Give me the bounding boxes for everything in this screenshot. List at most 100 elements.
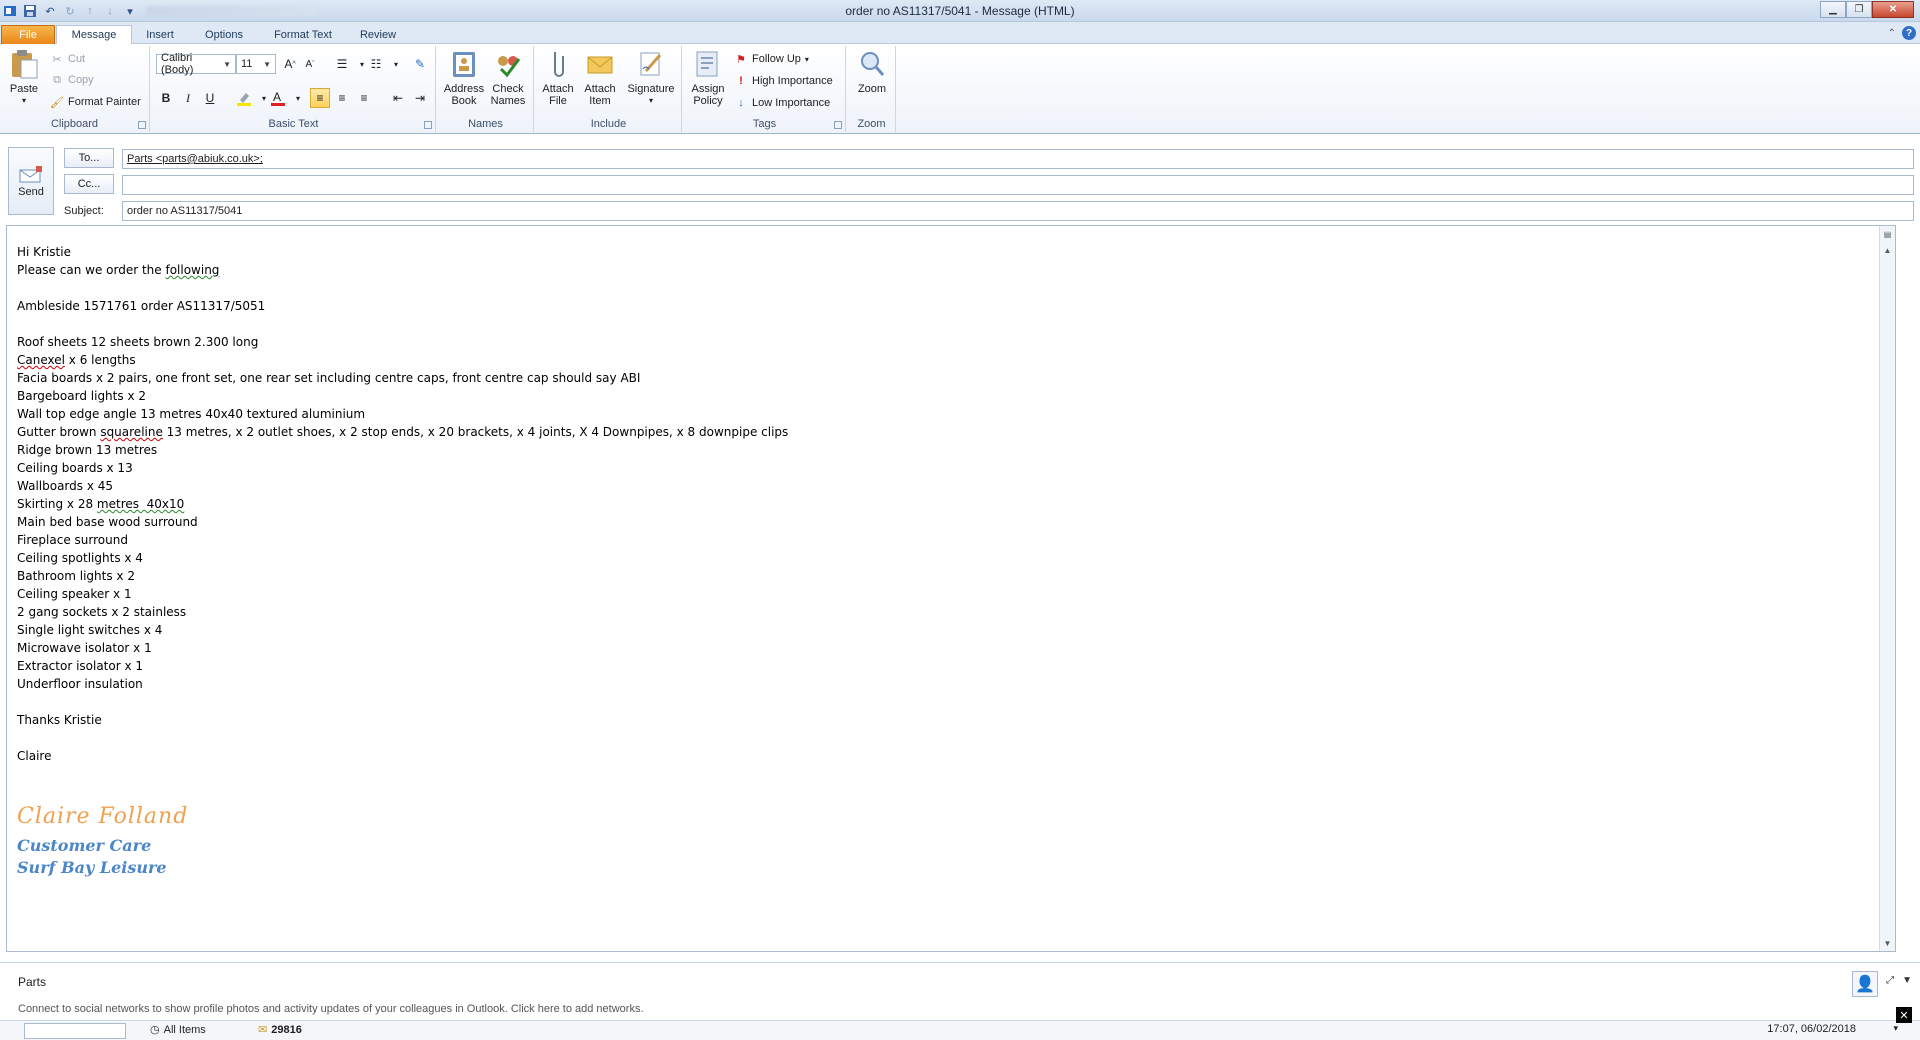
zoom-button[interactable]: Zoom [852,48,892,95]
high-importance-button[interactable]: ! High Importance [734,72,833,90]
numbering-button[interactable]: ☷ [366,54,386,74]
bottom-strip: ◷ All Items ✉ 29816 17:07, 06/02/2018 ▾ … [0,1007,1920,1040]
chevron-down-icon[interactable]: ▼ [1902,975,1912,986]
chevron-down-icon: ▼ [263,59,271,69]
vertical-scrollbar[interactable]: ▤ ▲ ▼ [1879,226,1895,951]
tab-format-text[interactable]: Format Text [264,25,342,44]
signature-block: Customer Care Surf Bay Leisure [17,835,167,879]
to-recipient[interactable]: Parts <parts@abiuk.co.uk>; [127,153,263,165]
align-left-button[interactable]: ≡ [310,88,330,108]
shrink-font-button[interactable]: Aˇ [300,54,320,74]
scroll-down-icon[interactable]: ▼ [1882,937,1893,949]
grammar-phrase: metres 40x10 [96,497,185,511]
cc-button[interactable]: Cc... [64,174,114,194]
people-pane-controls: ⤢ ▼ [1886,975,1912,986]
order-item: Single light switches x 4 [17,623,163,637]
tab-file[interactable]: File [1,25,55,44]
bold-button[interactable]: B [156,88,176,108]
tags-group: Assign Policy ⚑ Follow Up ▾ ! High Impor… [684,46,846,132]
address-book-button[interactable]: Address Book [442,48,486,107]
clipboard-launcher-icon[interactable] [138,121,146,129]
follow-up-button[interactable]: ⚑ Follow Up ▾ [734,50,809,68]
align-right-button[interactable]: ≡ [354,88,374,108]
format-painter-button[interactable]: 🖌 Format Painter [50,93,141,111]
order-item-text: Gutter brown [17,425,101,439]
low-importance-button[interactable]: ↓ Low Importance [734,94,830,112]
cc-field[interactable] [122,175,1914,195]
minimize-button[interactable]: ▁ [1820,1,1846,18]
minimize-ribbon-icon[interactable]: ⌃ [1888,28,1896,39]
decrease-indent-button[interactable]: ⇤ [388,88,408,108]
paste-button[interactable]: Paste ▾ [6,48,42,107]
copy-button[interactable]: ⧉ Copy [50,71,94,89]
order-item: Ceiling spotlights x 4 [17,551,143,565]
send-label: Send [18,186,44,198]
names-group: Address Book Check Names Names [438,46,534,132]
font-color-button[interactable]: A [268,88,288,108]
close-people-pane-icon[interactable]: ✕ [1896,1007,1912,1023]
assign-policy-button[interactable]: Assign Policy [686,48,730,107]
basic-text-launcher-icon[interactable] [424,121,432,129]
social-networks-link[interactable]: Connect to social networks to show profi… [18,1003,644,1015]
check-names-label-2: Names [490,95,526,107]
signature-dropdown-icon[interactable]: ▾ [649,95,653,107]
clear-formatting-button[interactable]: ✎ [410,54,430,74]
avatar[interactable]: 👤 [1852,971,1878,997]
grow-font-button[interactable]: A ^ [280,54,300,74]
font-size-value: 11 [241,58,253,70]
to-field[interactable]: Parts <parts@abiuk.co.uk>; [122,149,1914,169]
attach-item-button[interactable]: Attach Item [580,48,620,107]
check-names-label-1: Check [492,83,524,95]
item-timestamp: 17:07, 06/02/2018 [1767,1023,1856,1035]
send-button[interactable]: Send [8,147,54,215]
highlight-button[interactable] [234,88,254,108]
all-items-tab[interactable]: ◷ All Items [150,1023,206,1037]
tab-insert[interactable]: Insert [136,25,184,44]
address-book-label-1: Address [443,83,485,95]
paste-dropdown-icon[interactable]: ▾ [22,95,26,107]
order-item: Skirting x 28 metres 40x10 [17,495,788,513]
people-pane: Parts Connect to social networks to show… [0,962,1920,1022]
cut-button[interactable]: ✂ Cut [50,50,85,68]
attach-file-button[interactable]: Attach File [538,48,578,107]
message-body[interactable]: Hi Kristie Please can we order the follo… [6,225,1896,952]
help-icon[interactable]: ? [1902,26,1916,40]
attach-item-label-2: Item [589,95,611,107]
item-entry[interactable]: ✉ 29816 [258,1023,302,1037]
order-item: Ceiling speaker x 1 [17,587,132,601]
signature-button[interactable]: Signature ▾ [624,48,678,107]
address-book-label-2: Book [451,95,477,107]
close-button[interactable]: ✕ [1872,1,1914,18]
ruler-toggle-icon[interactable]: ▤ [1882,228,1893,240]
font-name-combo[interactable]: Calibri (Body) ▼ [156,52,236,76]
timestamp-dropdown-icon[interactable]: ▾ [1893,1023,1898,1034]
increase-indent-button[interactable]: ⇥ [410,88,430,108]
envelope-icon [584,48,616,80]
numbering-dropdown-icon[interactable]: ▾ [386,54,406,74]
intro-line: Please can we order the following [17,261,788,279]
font-color-dropdown-icon[interactable]: ▾ [288,88,308,108]
underline-button[interactable]: U [200,88,220,108]
paintbrush-icon: 🖌 [50,96,64,109]
tags-launcher-icon[interactable] [834,121,842,129]
tab-message[interactable]: Message [56,25,132,45]
italic-button[interactable]: I [178,88,198,108]
bullets-button[interactable]: ☰ [332,54,352,74]
svg-text:A: A [273,90,281,104]
zoom-label: Zoom [857,83,887,95]
order-item: Microwave isolator x 1 [17,641,152,655]
message-text[interactable]: Hi Kristie Please can we order the follo… [17,243,788,765]
tab-options[interactable]: Options [196,25,252,44]
to-button[interactable]: To... [64,148,114,168]
align-center-button[interactable]: ≡ [332,88,352,108]
expand-icon[interactable]: ⤢ [1886,975,1894,986]
signature-icon [635,48,667,80]
scroll-up-icon[interactable]: ▲ [1882,244,1893,256]
tab-review[interactable]: Review [352,25,404,44]
subject-field[interactable]: order no AS11317/5041 [122,201,1914,221]
tags-group-label: Tags [752,118,777,130]
address-book-icon [448,48,480,80]
maximize-button[interactable]: ❐ [1846,1,1872,18]
check-names-button[interactable]: Check Names [486,48,530,107]
font-size-combo[interactable]: 11 ▼ [236,54,276,74]
